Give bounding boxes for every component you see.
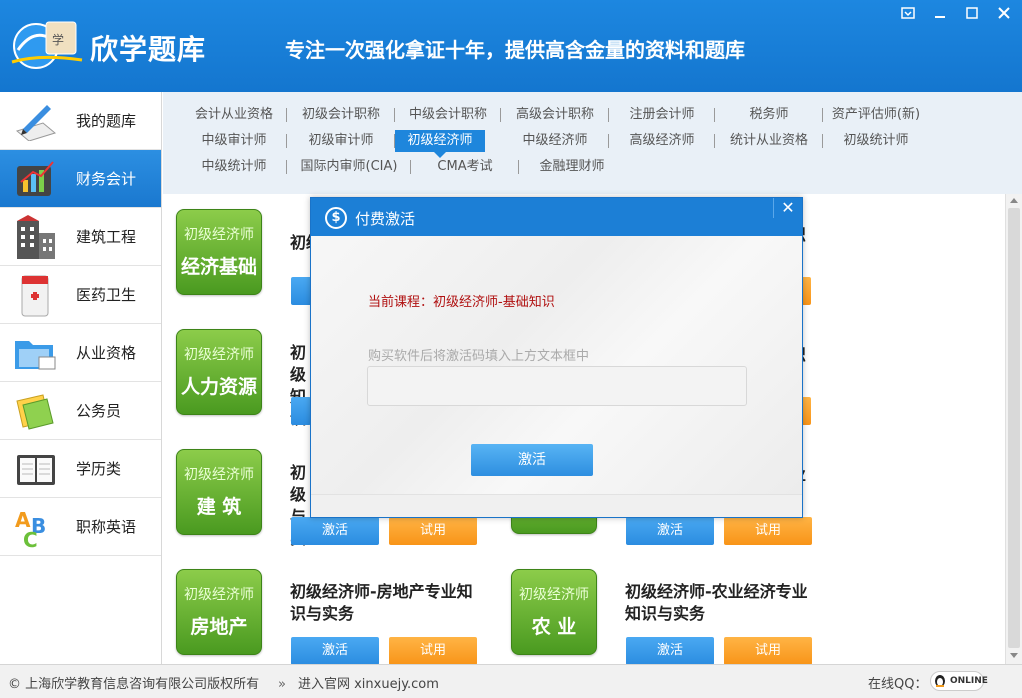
activate-button[interactable]: 激活 bbox=[291, 637, 379, 664]
tab-junior-accountant[interactable]: 初级会计职称 bbox=[287, 104, 395, 126]
tab-cia[interactable]: 国际内审师(CIA) bbox=[287, 156, 411, 178]
dollar-icon: $ bbox=[325, 207, 347, 229]
website-link[interactable]: » 进入官网 xinxuejy.com bbox=[278, 673, 439, 692]
tab-junior-statistician[interactable]: 初级统计师 bbox=[823, 130, 929, 152]
app-title: 欣学题库 bbox=[90, 33, 207, 66]
activate-button[interactable] bbox=[291, 397, 311, 425]
slogan: 专注一次强化拿证十年，提供高含金量的资料和题库 bbox=[285, 38, 745, 62]
course-cover[interactable]: 初级经济师 人力资源 bbox=[176, 329, 262, 415]
sidebar-item-label: 学历类 bbox=[76, 460, 122, 478]
dialog-activate-button[interactable]: 激活 bbox=[471, 444, 593, 476]
activation-dialog: $ 付费激活 ✕ 当前课程：初级经济师-基础知识 购买软件后将激活码填入上方文本… bbox=[310, 197, 803, 518]
logo-icon: 学 bbox=[10, 14, 86, 72]
trial-button[interactable]: 试用 bbox=[389, 517, 477, 545]
sidebar-item-my-bank[interactable]: 我的题库 bbox=[0, 92, 161, 150]
course-cover[interactable]: 初级经济师 建 筑 bbox=[176, 449, 262, 535]
folder-icon bbox=[12, 329, 60, 377]
tab-mid-statistician[interactable]: 中级统计师 bbox=[181, 156, 287, 178]
scroll-down-icon[interactable] bbox=[1010, 653, 1018, 658]
pencil-paper-icon bbox=[12, 97, 60, 145]
dialog-title: 付费激活 bbox=[355, 210, 416, 228]
website-label: 进入官网 xinxuejy.com bbox=[297, 677, 439, 692]
sidebar-item-label: 建筑工程 bbox=[76, 228, 137, 246]
double-chevron-icon: » bbox=[278, 677, 286, 692]
sidebar-item-academic[interactable]: 学历类 bbox=[0, 440, 161, 498]
tab-mid-auditor[interactable]: 中级审计师 bbox=[181, 130, 287, 152]
restore-icon[interactable] bbox=[896, 4, 920, 22]
medicine-box-icon bbox=[12, 271, 60, 319]
tab-cma[interactable]: CMA考试 bbox=[411, 156, 519, 178]
course-title: 初级经济师-农业经济专业知识与实务 bbox=[625, 582, 808, 623]
category-tabs: 会计从业资格 初级会计职称 中级会计职称 高级会计职称 注册会计师 税务师 资产… bbox=[163, 92, 1022, 194]
tab-mid-economist[interactable]: 中级经济师 bbox=[501, 130, 609, 152]
current-course-text: 当前课程：初级经济师-基础知识 bbox=[368, 295, 555, 310]
sidebar-item-finance[interactable]: 财务会计 bbox=[0, 150, 161, 208]
status-bar: © 上海欣学教育信息咨询有限公司版权所有 » 进入官网 xinxuejy.com … bbox=[0, 664, 1022, 698]
tab-tax-advisor[interactable]: 税务师 bbox=[715, 104, 823, 126]
tab-asset-appraiser[interactable]: 资产评估师(新) bbox=[823, 104, 929, 126]
copyright-text: © 上海欣学教育信息咨询有限公司版权所有 bbox=[8, 677, 260, 692]
scroll-thumb[interactable] bbox=[1008, 208, 1020, 648]
building-icon bbox=[12, 213, 60, 261]
scrollbar[interactable] bbox=[1005, 194, 1022, 664]
course-title: 初级经济师-房地产专业知识与实务 bbox=[290, 582, 473, 623]
sidebar-item-civil-servant[interactable]: 公务员 bbox=[0, 382, 161, 440]
svg-text:C: C bbox=[23, 528, 38, 549]
activate-button[interactable]: 激活 bbox=[626, 517, 714, 545]
sidebar-item-label: 公务员 bbox=[76, 402, 122, 420]
sidebar-item-label: 财务会计 bbox=[76, 170, 137, 188]
close-icon[interactable] bbox=[992, 4, 1016, 22]
window-controls bbox=[896, 4, 1016, 22]
course-cover[interactable]: 初级经济师 经济基础 bbox=[176, 209, 262, 295]
sidebar-item-english[interactable]: ABC 职称英语 bbox=[0, 498, 161, 556]
maximize-icon[interactable] bbox=[960, 4, 984, 22]
tab-accounting-practice[interactable]: 会计从业资格 bbox=[181, 104, 287, 126]
course-cover[interactable]: 初级经济师 农 业 bbox=[511, 569, 597, 655]
dialog-close-button[interactable]: ✕ bbox=[773, 198, 802, 218]
trial-button[interactable]: 试用 bbox=[724, 517, 812, 545]
app-header: 学 欣学题库 专注一次强化拿证十年，提供高含金量的资料和题库 bbox=[0, 0, 1022, 92]
scroll-up-icon[interactable] bbox=[1010, 198, 1018, 203]
sidebar-item-label: 我的题库 bbox=[76, 112, 137, 130]
abc-icon: ABC bbox=[12, 503, 60, 551]
sidebar-item-construction[interactable]: 建筑工程 bbox=[0, 208, 161, 266]
qq-online-button[interactable]: ONLINE bbox=[930, 671, 988, 691]
tab-senior-accountant[interactable]: 高级会计职称 bbox=[501, 104, 609, 126]
qq-penguin-icon bbox=[933, 672, 947, 691]
course-cover[interactable]: 初级经济师 房地产 bbox=[176, 569, 262, 655]
sidebar-item-qualification[interactable]: 从业资格 bbox=[0, 324, 161, 382]
activate-button[interactable]: 激活 bbox=[291, 517, 379, 545]
svg-text:学: 学 bbox=[52, 32, 64, 47]
trial-button[interactable]: 试用 bbox=[389, 637, 477, 664]
tab-junior-economist[interactable]: 初级经济师 bbox=[395, 130, 485, 158]
qq-badge-label: ONLINE bbox=[950, 676, 988, 686]
online-qq-label: 在线QQ： bbox=[868, 677, 928, 692]
documents-icon bbox=[12, 387, 60, 435]
tab-cpa[interactable]: 注册会计师 bbox=[609, 104, 715, 126]
trial-button[interactable]: 试用 bbox=[724, 637, 812, 664]
tab-mid-accountant[interactable]: 中级会计职称 bbox=[395, 104, 501, 126]
tab-junior-auditor[interactable]: 初级审计师 bbox=[287, 130, 395, 152]
dialog-footer bbox=[311, 494, 802, 517]
sidebar-item-label: 从业资格 bbox=[76, 344, 137, 362]
calculator-chart-icon bbox=[12, 155, 60, 203]
notebook-icon bbox=[12, 445, 60, 493]
sidebar-item-label: 医药卫生 bbox=[76, 286, 137, 304]
sidebar-item-medicine[interactable]: 医药卫生 bbox=[0, 266, 161, 324]
activate-button[interactable]: 激活 bbox=[626, 637, 714, 664]
activation-hint: 购买软件后将激活码填入上方文本框中 bbox=[368, 349, 590, 364]
sidebar: 我的题库 财务会计 建筑工程 医药卫生 从业资格 公务员 学历类 A B C 职… bbox=[0, 92, 162, 664]
activation-code-input[interactable] bbox=[367, 366, 747, 406]
sidebar-item-label: 职称英语 bbox=[76, 518, 137, 536]
tab-statistics-practice[interactable]: 统计从业资格 bbox=[715, 130, 823, 152]
dialog-titlebar: $ 付费激活 ✕ bbox=[311, 198, 802, 236]
tab-senior-economist[interactable]: 高级经济师 bbox=[609, 130, 715, 152]
minimize-icon[interactable] bbox=[928, 4, 952, 22]
tab-financial-planner[interactable]: 金融理财师 bbox=[519, 156, 625, 178]
